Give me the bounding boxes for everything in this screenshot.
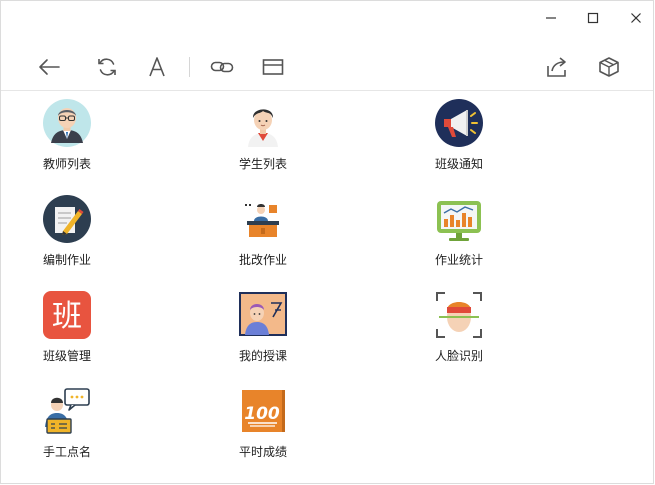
refresh-icon[interactable] — [93, 53, 121, 81]
tile-roll-call[interactable]: 手工点名 — [43, 379, 163, 459]
statistics-monitor-icon — [435, 195, 483, 243]
title-bar — [1, 1, 653, 35]
tile-class-notice[interactable]: 班级通知 — [435, 91, 555, 171]
tile-teacher-list[interactable]: 教师列表 — [43, 91, 163, 171]
minimize-icon[interactable] — [540, 7, 562, 29]
tile-student-list[interactable]: 学生列表 — [239, 91, 359, 171]
tile-label: 学生列表 — [239, 157, 288, 171]
tile-label: 编制作业 — [43, 253, 92, 267]
face-scan-icon — [435, 291, 483, 339]
app-grid: 教师列表 学生列表 班级通知 编制作业 批改作业 作业统计 班 班级管理 我的授… — [1, 91, 653, 485]
student-avatar-icon — [239, 99, 287, 147]
tile-homework-stats[interactable]: 作业统计 — [435, 187, 555, 267]
close-icon[interactable] — [625, 7, 647, 29]
tile-label: 人脸识别 — [435, 349, 484, 363]
grading-desk-icon — [239, 195, 287, 243]
tile-regular-scores[interactable]: 100 平时成绩 — [239, 379, 359, 459]
badge-text: 班 — [52, 299, 82, 334]
tile-class-management[interactable]: 班 班级管理 — [43, 283, 163, 363]
toolbar-separator — [189, 57, 190, 77]
maximize-icon[interactable] — [582, 7, 604, 29]
class-badge-icon: 班 — [43, 291, 91, 339]
tile-label: 班级管理 — [43, 349, 92, 363]
roll-call-icon — [43, 387, 91, 435]
toolbar — [1, 47, 653, 87]
tile-face-recognition[interactable]: 人脸识别 — [435, 283, 555, 363]
tile-my-teaching[interactable]: 我的授课 — [239, 283, 359, 363]
tile-label: 我的授课 — [239, 349, 288, 363]
tile-grade-homework[interactable]: 批改作业 — [239, 187, 359, 267]
tile-label: 平时成绩 — [239, 445, 288, 459]
link-icon[interactable] — [208, 53, 236, 81]
window-icon[interactable] — [259, 53, 287, 81]
share-icon[interactable] — [543, 53, 571, 81]
back-arrow-icon[interactable] — [35, 53, 63, 81]
tile-label: 手工点名 — [43, 445, 92, 459]
teaching-board-icon — [239, 291, 287, 339]
tile-label: 教师列表 — [43, 157, 92, 171]
text-size-icon[interactable] — [143, 53, 171, 81]
tile-edit-homework[interactable]: 编制作业 — [43, 187, 163, 267]
score-text: 100 — [244, 404, 280, 424]
teacher-avatar-icon — [43, 99, 91, 147]
score-100-icon: 100 — [239, 387, 287, 435]
app-window: 教师列表 学生列表 班级通知 编制作业 批改作业 作业统计 班 班级管理 我的授… — [0, 0, 654, 484]
megaphone-icon — [435, 99, 483, 147]
package-icon[interactable] — [595, 53, 623, 81]
edit-homework-icon — [43, 195, 91, 243]
tile-label: 班级通知 — [435, 157, 484, 171]
tile-label: 批改作业 — [239, 253, 288, 267]
tile-label: 作业统计 — [435, 253, 484, 267]
